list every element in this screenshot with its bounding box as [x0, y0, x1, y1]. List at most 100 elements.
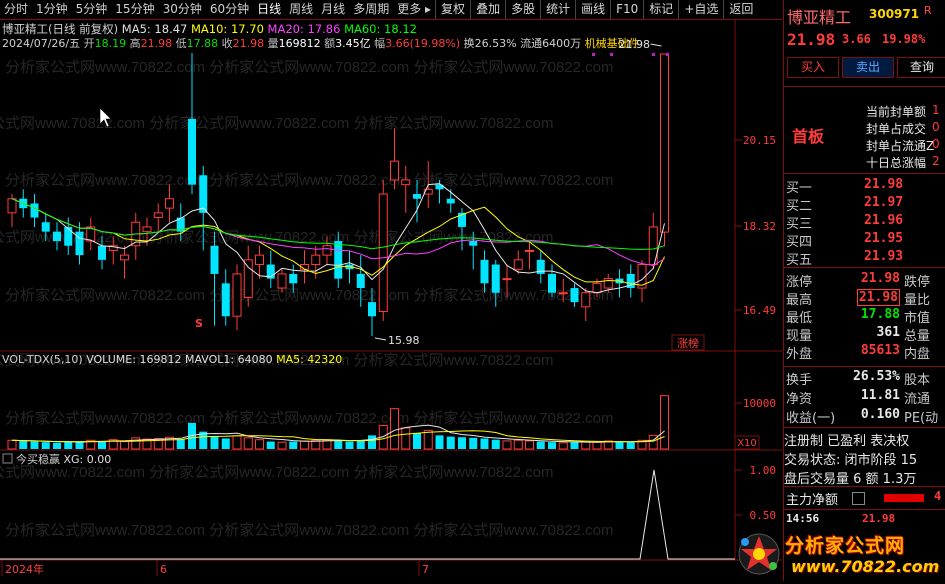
volume-bar	[480, 438, 489, 449]
logo-title: 分析家公式网	[785, 535, 906, 557]
capital-flow-row: 主力净额 4	[786, 489, 942, 508]
high-label: 21.98	[619, 38, 651, 51]
candle-body	[120, 254, 129, 261]
candle-body	[525, 249, 534, 252]
limit-badge-label: 涨榜	[677, 336, 699, 350]
volume-bar	[7, 439, 17, 450]
kline-chart[interactable]: 分析家公式网www.70822.com 分析家公式网www.70822.com …	[0, 20, 782, 578]
volume-legend: VOL-TDX(5,10) VOLUME: 169812 MAVOL1: 640…	[2, 353, 342, 366]
sell-button[interactable]: 卖出	[842, 57, 894, 78]
volume-bar	[41, 442, 50, 449]
toolbar-button-2[interactable]: 多股	[505, 0, 540, 19]
candle-body	[7, 198, 17, 214]
tab-10[interactable]: 更多 ▸	[393, 0, 435, 19]
period-toolbar: 分时 1分钟 5分钟 15分钟 30分钟 60分钟 日线 周线 月线 多周期 更多 ▸ 复权 叠加 多股统…	[0, 0, 782, 20]
watermark-text: 分析家公式网www.70822.com 分析家公式网www.70822.com …	[5, 59, 614, 76]
chart-legend-ma: 博亚精工(日线 前复权) MA5: 18.47 MA10: 17.70 MA20…	[2, 22, 417, 36]
volume-tick: 10000	[743, 397, 776, 410]
volume-bar	[221, 438, 230, 449]
signal-dot	[652, 53, 655, 56]
toolbar-button-7[interactable]: +自选	[678, 0, 723, 19]
volume-bar	[243, 437, 253, 450]
candle-body	[188, 118, 196, 185]
signal-dot	[666, 53, 669, 56]
candle-body	[210, 245, 219, 274]
date-label: 7	[422, 563, 429, 576]
candle-body	[446, 198, 455, 204]
candle-body	[311, 254, 321, 266]
tab-4[interactable]: 30分钟	[159, 0, 206, 19]
menu-icon[interactable]	[852, 492, 865, 505]
candle-body	[334, 241, 343, 279]
high-arrow	[650, 43, 662, 47]
volume-bar	[548, 442, 556, 449]
volume-bar	[19, 440, 28, 449]
indicator-menu-icon[interactable]	[2, 453, 13, 464]
toolbar-button-8[interactable]: 返回	[723, 0, 758, 19]
low-label: 15.98	[388, 334, 420, 347]
candle-body	[221, 283, 230, 317]
quote-panel: 博亚精工 300971 R 21.98 3.66 19.98% 买入 卖出 查询…	[783, 0, 945, 581]
volume-bar	[581, 441, 591, 450]
tab-7[interactable]: 周线	[285, 0, 317, 19]
tab-0[interactable]: 分时	[0, 0, 32, 19]
watermark-text: 分析家公式网www.70822.com 分析家公式网www.70822.com …	[0, 464, 554, 481]
volume-bar	[300, 440, 309, 450]
signal-dot	[592, 53, 595, 56]
chart-legend-ohlc: 2024/07/26/五 开18.19 高21.98 低17.88 收21.98…	[2, 36, 640, 50]
volume-bar	[232, 435, 242, 450]
candle-body	[660, 53, 669, 233]
tab-6[interactable]: 日线	[253, 0, 285, 19]
tab-9[interactable]: 多周期	[349, 0, 393, 19]
tab-1[interactable]: 1分钟	[32, 0, 72, 19]
candle-body	[401, 179, 411, 186]
watermark-text: 分析家公式网www.70822.com 分析家公式网www.70822.com …	[5, 522, 614, 539]
toolbar-button-5[interactable]: F10	[610, 0, 643, 19]
volume-bar	[558, 442, 568, 450]
candle-body	[322, 245, 332, 256]
stock-tags: 注册制 已盈利 表决权	[784, 434, 910, 449]
tab-8[interactable]: 月线	[317, 0, 349, 19]
indicator-legend: 今买稳赢 XG: 0.00	[16, 452, 111, 466]
volume-bar	[536, 441, 545, 449]
toolbar-button-4[interactable]: 画线	[575, 0, 610, 19]
volume-bar	[592, 441, 602, 450]
volume-bar	[53, 442, 61, 449]
candle-body	[98, 245, 106, 260]
toolbar-button-0[interactable]: 复权	[435, 0, 470, 19]
volume-bar	[660, 395, 669, 450]
volume-bar	[334, 440, 343, 449]
volume-bar	[120, 441, 129, 450]
watermark-text: 分析家公式网www.70822.com 分析家公式网www.70822.com …	[0, 115, 554, 132]
price-tick: 16.49	[743, 304, 776, 317]
candle-body	[558, 292, 568, 295]
volume-bar	[390, 408, 399, 450]
candle-body	[502, 278, 512, 281]
candle-body	[243, 259, 253, 298]
tab-2[interactable]: 5分钟	[72, 0, 112, 19]
candle-body	[548, 273, 556, 293]
watermark-text: 分析家公式网www.70822.com 分析家公式网www.70822.com …	[5, 287, 614, 304]
price-delta: 3.66	[842, 32, 871, 46]
registration-flag: R	[924, 4, 932, 17]
candle-body	[491, 264, 500, 293]
volume-bar	[131, 437, 141, 450]
volume-bar	[210, 436, 219, 449]
trade-state: 交易状态: 闭市阶段 15	[784, 453, 918, 468]
tab-3[interactable]: 15分钟	[111, 0, 158, 19]
buy-button[interactable]: 买入	[787, 57, 839, 78]
indicator-tick: 1.00	[750, 464, 777, 477]
toolbar-button-1[interactable]: 叠加	[470, 0, 505, 19]
candle-body	[142, 226, 152, 233]
volume-bar	[413, 432, 421, 449]
toolbar-button-6[interactable]: 标记	[643, 0, 678, 19]
volume-bar	[64, 441, 73, 449]
volume-bar	[423, 429, 433, 450]
candle-body	[570, 288, 579, 303]
toolbar-button-3[interactable]: 统计	[540, 0, 575, 19]
s-marker: S	[195, 317, 203, 330]
tab-5[interactable]: 60分钟	[206, 0, 253, 19]
query-button[interactable]: 查询	[897, 57, 945, 78]
volume-bar	[525, 440, 534, 450]
volume-bar	[30, 441, 39, 449]
